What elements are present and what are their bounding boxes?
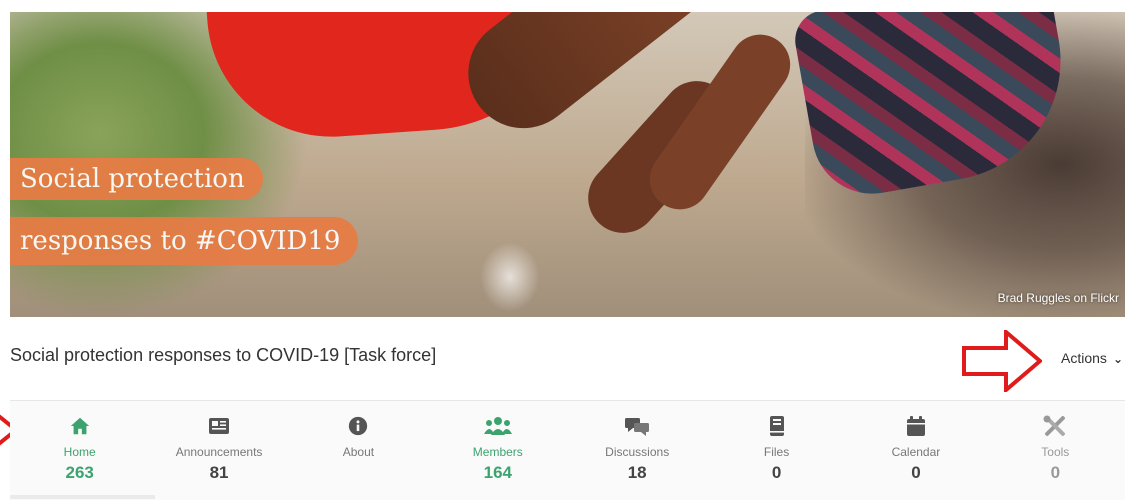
photo-credit: Brad Ruggles on Flickr <box>997 291 1119 305</box>
group-nav-bar: Home 263 Announcements 81 About Members … <box>10 400 1125 500</box>
users-icon <box>428 415 567 437</box>
nav-count: 0 <box>1050 463 1061 482</box>
newspaper-icon <box>149 415 288 437</box>
nav-count: 164 <box>483 463 512 482</box>
actions-label: Actions <box>1061 350 1107 366</box>
book-icon <box>707 415 846 437</box>
nav-item-about[interactable]: About <box>289 401 428 500</box>
nav-item-files[interactable]: Files 0 <box>707 401 846 500</box>
nav-count: 18 <box>627 463 647 482</box>
nav-label: About <box>342 445 375 459</box>
nav-item-home[interactable]: Home 263 <box>10 401 149 500</box>
nav-count: 0 <box>911 463 921 482</box>
calendar-icon <box>846 415 985 437</box>
nav-label: Files <box>763 445 790 459</box>
group-title: Social protection responses to COVID-19 … <box>10 345 437 365</box>
comments-icon <box>568 415 707 437</box>
nav-label: Calendar <box>891 445 941 459</box>
info-icon <box>289 415 428 437</box>
nav-item-calendar[interactable]: Calendar 0 <box>846 401 985 500</box>
actions-dropdown[interactable]: Actions ⌄ <box>1061 350 1123 366</box>
banner-title-line2: responses to #COVID19 <box>10 217 359 265</box>
group-banner: Social protection responses to #COVID19 … <box>10 12 1125 317</box>
banner-water-splash <box>480 242 540 312</box>
nav-count: 81 <box>209 463 229 482</box>
nav-count: 263 <box>65 463 94 482</box>
nav-label: Announcements <box>175 445 263 459</box>
banner-title-line1: Social protection <box>10 158 263 200</box>
nav-count: 0 <box>771 463 782 482</box>
home-icon <box>10 415 149 437</box>
nav-item-discussions[interactable]: Discussions 18 <box>568 401 707 500</box>
nav-item-announcements[interactable]: Announcements 81 <box>149 401 288 500</box>
nav-label: Home <box>63 445 96 459</box>
nav-item-members[interactable]: Members 164 <box>428 401 567 500</box>
annotation-arrow-icon <box>962 330 1042 392</box>
active-tab-underline <box>10 495 155 499</box>
chevron-down-icon: ⌄ <box>1112 352 1123 366</box>
nav-label: Discussions <box>605 445 670 459</box>
nav-label: Members <box>472 445 523 459</box>
nav-label: Tools <box>1041 445 1070 459</box>
tools-icon <box>986 415 1125 437</box>
nav-item-tools[interactable]: Tools 0 <box>986 401 1125 500</box>
